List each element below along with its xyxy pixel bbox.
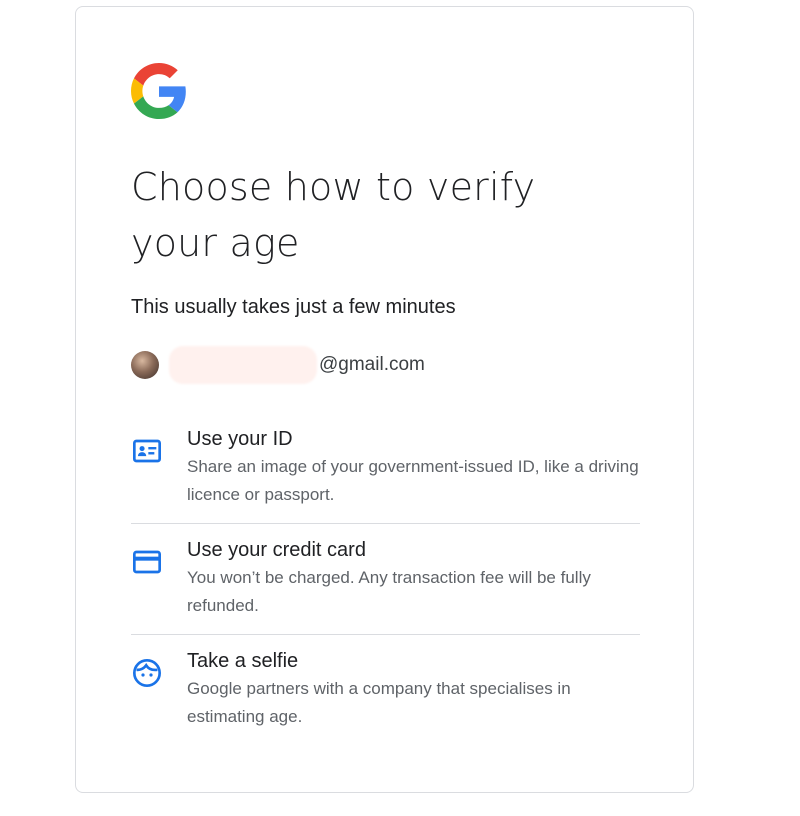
option-take-selfie[interactable]: Take a selfie Google partners with a com…	[131, 634, 640, 745]
option-description: Google partners with a company that spec…	[187, 679, 571, 726]
verification-options: Use your ID Share an image of your gover…	[131, 413, 640, 745]
redacted-email-username	[169, 346, 317, 384]
avatar	[131, 351, 159, 379]
credit-card-icon	[133, 550, 161, 574]
face-icon	[133, 659, 161, 687]
option-title: Take a selfie	[187, 650, 299, 672]
option-description: You won’t be charged. Any transaction fe…	[187, 568, 591, 615]
option-title: Use your ID	[187, 428, 293, 450]
page-title: Choose how to verify your age	[131, 165, 536, 265]
option-use-id[interactable]: Use your ID Share an image of your gover…	[131, 413, 640, 523]
option-use-credit-card[interactable]: Use your credit card You won’t be charge…	[131, 523, 640, 634]
id-card-icon	[133, 439, 161, 463]
google-logo-icon	[131, 63, 186, 119]
option-title: Use your credit card	[187, 539, 366, 561]
page-subtitle: This usually takes just a few minutes	[131, 296, 456, 318]
account-chip: @gmail.com	[131, 343, 425, 387]
option-description: Share an image of your government-issued…	[187, 457, 639, 504]
verification-card: Choose how to verify your age This usual…	[75, 6, 694, 793]
email-domain: @gmail.com	[319, 354, 425, 375]
